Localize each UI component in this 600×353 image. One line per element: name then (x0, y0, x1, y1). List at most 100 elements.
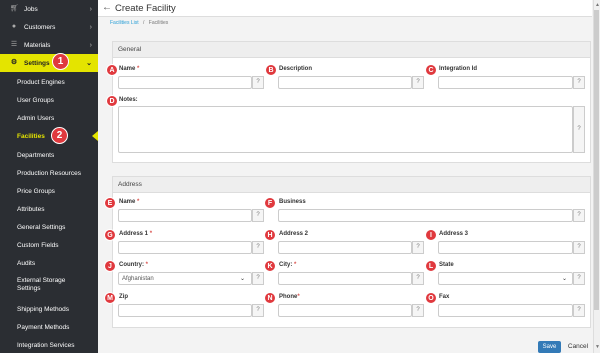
sidebar-item-user-groups[interactable]: User Groups (0, 91, 98, 109)
marker-a: A (106, 64, 118, 76)
address1-input[interactable] (118, 241, 252, 254)
sidebar-item-label: Facilities (17, 132, 45, 140)
description-input[interactable] (278, 76, 412, 89)
city-help-button[interactable]: ? (412, 272, 424, 285)
breadcrumb-link-facilities-list[interactable]: Facilities List (110, 20, 139, 26)
address1-help-button[interactable]: ? (252, 241, 264, 254)
sidebar-item-label: Jobs (24, 5, 38, 13)
page-title: Create Facility (115, 3, 176, 14)
zip-input[interactable] (118, 304, 252, 317)
save-button[interactable]: Save (538, 341, 561, 353)
address3-input[interactable] (438, 241, 573, 254)
scrollbar-thumb[interactable] (594, 10, 599, 310)
description-help-button[interactable]: ? (412, 76, 424, 89)
business-input[interactable] (278, 209, 573, 222)
sidebar-item-settings[interactable]: ⚙ Settings ⌄ (0, 54, 98, 72)
sidebar-item-jobs[interactable]: 🛒︎ Jobs › (0, 0, 98, 18)
name-input[interactable] (118, 76, 252, 89)
sidebar-item-label: Production Resources (17, 169, 81, 177)
country-help-button[interactable]: ? (252, 272, 264, 285)
chevron-right-icon: › (89, 23, 92, 31)
sidebar-item-label: Custom Fields (17, 241, 59, 249)
cancel-button[interactable]: Cancel (566, 341, 590, 353)
chevron-right-icon: › (89, 41, 92, 49)
marker-h: H (264, 229, 276, 241)
sidebar-item-label: Integration Services (17, 341, 75, 349)
sidebar-item-departments[interactable]: Departments (0, 146, 98, 164)
name-label: Name * (119, 66, 140, 72)
integration-id-help-button[interactable]: ? (573, 76, 585, 89)
sidebar-item-customers[interactable]: ● Customers › (0, 18, 98, 36)
sidebar-item-product-engines[interactable]: Product Engines (0, 73, 98, 91)
arrow-left-icon[interactable]: ← (102, 2, 112, 13)
sidebar-item-integration-services[interactable]: Integration Services (0, 336, 98, 353)
general-panel-title: General (113, 42, 590, 58)
sidebar-item-general-settings[interactable]: General Settings (0, 218, 98, 236)
phone-input[interactable] (278, 304, 412, 317)
sidebar-item-audits[interactable]: Audits (0, 254, 98, 272)
state-label: State (439, 262, 454, 268)
sidebar-item-label: User Groups (17, 96, 54, 104)
marker-j: J (104, 260, 116, 272)
sidebar-item-shipping-methods[interactable]: Shipping Methods (0, 300, 98, 318)
sidebar-item-label: Price Groups (17, 187, 55, 195)
country-label: Country: * (119, 262, 149, 268)
marker-k: K (264, 260, 276, 272)
marker-b: B (265, 64, 277, 76)
address2-label: Address 2 (279, 231, 309, 237)
page-header: ← Create Facility (98, 0, 592, 17)
country-select[interactable]: Afghanistan (118, 272, 252, 285)
notes-label: Notes: (119, 97, 138, 103)
phone-label: Phone* (279, 294, 300, 300)
fax-input[interactable] (438, 304, 573, 317)
phone-help-button[interactable]: ? (412, 304, 424, 317)
name-help-button[interactable]: ? (252, 76, 264, 89)
address3-help-button[interactable]: ? (573, 241, 585, 254)
active-indicator-arrow (92, 131, 98, 141)
city-input[interactable] (278, 272, 412, 285)
sidebar-item-facilities[interactable]: Facilities (0, 127, 98, 145)
address3-label: Address 3 (439, 231, 469, 237)
marker-i: I (425, 229, 437, 241)
state-help-button[interactable]: ? (573, 272, 585, 285)
notes-help-button[interactable]: ? (573, 106, 585, 153)
marker-m: M (104, 292, 116, 304)
sidebar-item-label: Departments (17, 151, 55, 159)
sidebar-item-materials[interactable]: ☰ Materials › (0, 36, 98, 54)
sidebar-item-label: Product Engines (17, 78, 65, 86)
sidebar-item-payment-methods[interactable]: Payment Methods (0, 318, 98, 336)
notes-textarea[interactable] (118, 106, 573, 153)
sidebar-item-admin-users[interactable]: Admin Users (0, 109, 98, 127)
zip-help-button[interactable]: ? (252, 304, 264, 317)
sidebar-item-price-groups[interactable]: Price Groups (0, 182, 98, 200)
address-name-help-button[interactable]: ? (252, 209, 264, 222)
sidebar-item-attributes[interactable]: Attributes (0, 200, 98, 218)
address2-input[interactable] (278, 241, 412, 254)
sidebar: 🛒︎ Jobs › ● Customers › ☰ Materials › ⚙ … (0, 0, 98, 353)
sidebar-item-label: Admin Users (17, 114, 55, 122)
address-name-input[interactable] (118, 209, 252, 222)
sidebar-item-external-storage-settings[interactable]: External Storage Settings (0, 274, 70, 296)
state-select[interactable] (438, 272, 573, 285)
sidebar-item-label: Payment Methods (17, 323, 70, 331)
marker-n: N (264, 292, 276, 304)
step-badge: 1 (52, 53, 69, 70)
fax-label: Fax (439, 294, 450, 300)
address-panel-title: Address (113, 177, 590, 193)
country-selected-value: Afghanistan (122, 276, 154, 282)
address2-help-button[interactable]: ? (412, 241, 424, 254)
marker-l: L (425, 260, 437, 272)
fax-help-button[interactable]: ? (573, 304, 585, 317)
chevron-right-icon: › (89, 5, 92, 13)
sidebar-item-production-resources[interactable]: Production Resources (0, 164, 98, 182)
chevron-down-icon: ⌄ (240, 276, 246, 282)
sidebar-item-label: Customers (24, 23, 56, 31)
scroll-up-icon[interactable]: ▲ (595, 2, 600, 8)
integration-id-input[interactable] (438, 76, 573, 89)
scroll-down-icon[interactable]: ▼ (595, 344, 600, 350)
sidebar-item-custom-fields[interactable]: Custom Fields (0, 236, 98, 254)
sidebar-item-label: General Settings (17, 223, 66, 231)
business-help-button[interactable]: ? (573, 209, 585, 222)
marker-d: D (106, 95, 118, 107)
layers-icon: ☰ (10, 41, 18, 48)
